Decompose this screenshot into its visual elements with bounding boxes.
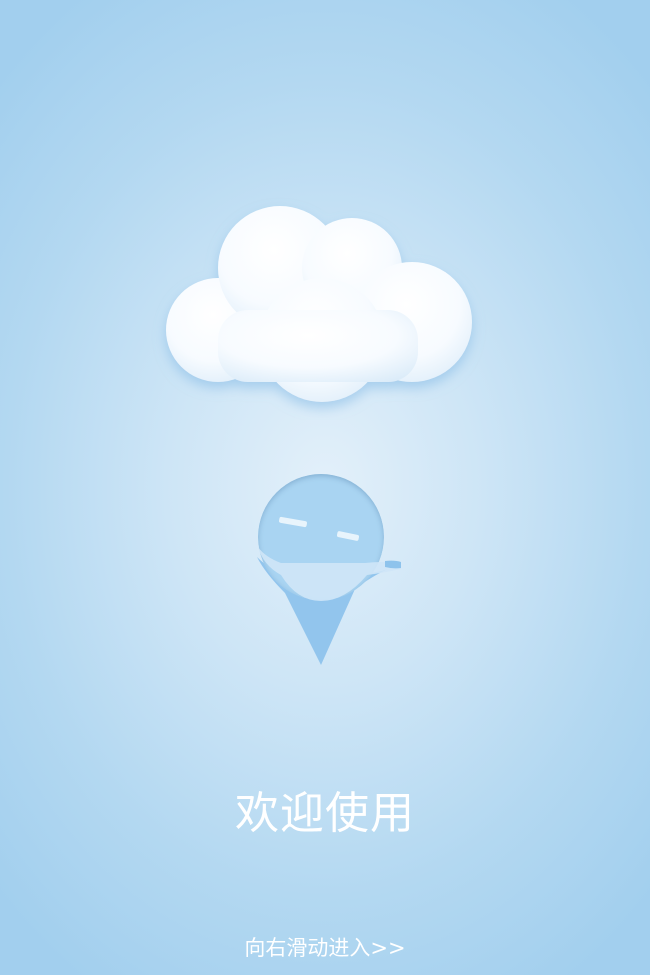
welcome-title: 欢迎使用 — [235, 788, 415, 839]
splash-screen[interactable]: 欢迎使用 向右滑动进入>> — [0, 0, 650, 975]
location-pin-mascot-icon — [257, 474, 401, 665]
cloud-icon — [166, 206, 472, 402]
swipe-right-hint[interactable]: 向右滑动进入>> — [0, 930, 650, 966]
